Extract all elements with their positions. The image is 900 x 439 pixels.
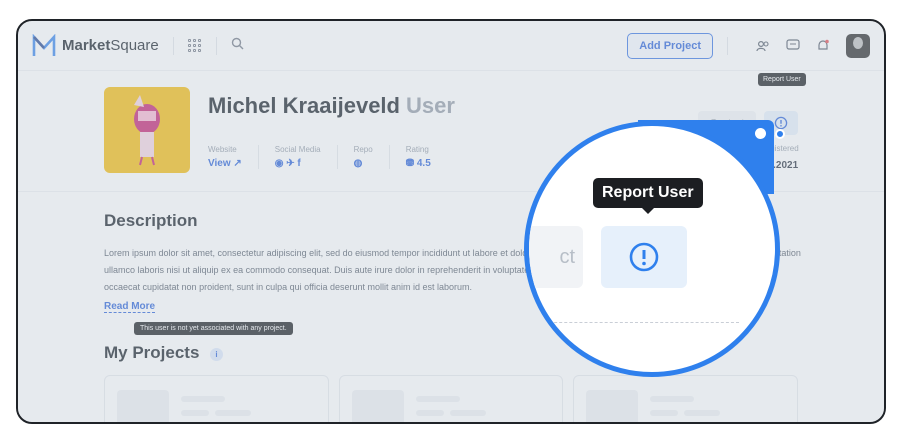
social-media-links[interactable]: ◉ ✈ f	[275, 158, 321, 169]
description-title: Description	[104, 211, 198, 230]
focus-marker	[775, 129, 785, 139]
top-bar: MarketSquare Add Project	[18, 21, 884, 71]
grid-icon[interactable]	[187, 38, 202, 53]
dashed-divider	[539, 322, 739, 323]
magnifier-handle	[755, 128, 766, 139]
search-icon[interactable]	[231, 37, 244, 55]
projects-title: My Projects	[104, 343, 200, 362]
brand-name: MarketSquare	[62, 37, 159, 54]
meta-rating: Rating ⛃ 4.5	[405, 145, 431, 169]
profile-meta: Website View ↗ Social Media ◉ ✈ f Repo ◍ Ra…	[208, 145, 463, 169]
read-more-link[interactable]: Read More	[104, 301, 156, 313]
website-link[interactable]: View ↗	[208, 158, 242, 169]
rating-value: ⛃ 4.5	[405, 158, 431, 169]
project-card-placeholder	[338, 375, 564, 422]
magnifier-callout: ct Report User	[524, 121, 780, 377]
logo-icon[interactable]	[32, 33, 56, 58]
people-icon[interactable]	[754, 37, 772, 55]
profile-name: Michel Kraaijeveld User	[208, 93, 455, 118]
info-icon[interactable]: i	[210, 348, 223, 361]
avatar[interactable]	[846, 33, 870, 58]
report-user-tooltip: Report User	[758, 73, 806, 86]
divider	[172, 36, 174, 55]
add-project-button[interactable]: Add Project	[627, 32, 713, 59]
app-window: MarketSquare Add Project Michel Kraaijev…	[16, 19, 886, 424]
github-icon[interactable]: ◍	[354, 158, 373, 169]
report-user-button-zoomed[interactable]	[601, 226, 687, 288]
meta-website: Website View ↗	[208, 145, 259, 169]
project-cards	[104, 375, 799, 422]
meta-repo: Repo ◍	[354, 145, 390, 169]
divider	[727, 36, 728, 55]
alert-icon	[629, 242, 659, 272]
no-project-tooltip: This user is not yet associated with any…	[134, 322, 293, 335]
chat-icon[interactable]	[784, 37, 802, 55]
meta-social: Social Media ◉ ✈ f	[275, 145, 338, 169]
report-user-tooltip-zoomed: Report User	[593, 178, 703, 214]
contact-button-zoomed: ct	[529, 226, 583, 288]
divider	[215, 36, 217, 55]
profile-picture	[104, 87, 190, 173]
project-card-placeholder	[104, 375, 329, 422]
project-card-placeholder	[573, 375, 799, 422]
bell-icon[interactable]	[814, 37, 832, 55]
alert-icon	[774, 116, 788, 130]
